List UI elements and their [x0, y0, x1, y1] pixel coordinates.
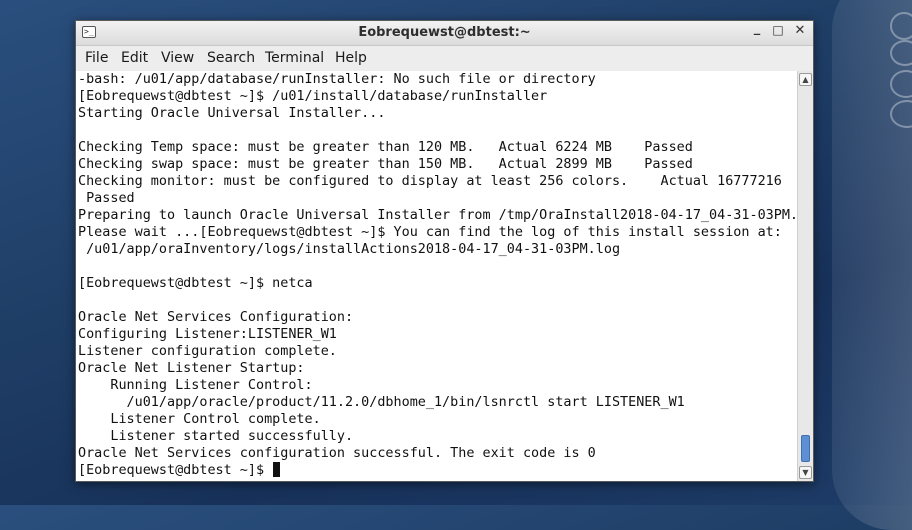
scrollbar-thumb[interactable] — [801, 435, 810, 462]
terminal-line: Oracle Net Services configuration succes… — [78, 446, 596, 461]
menu-terminal[interactable]: Terminal — [265, 50, 324, 66]
title-bar[interactable]: >_ Eobrequewst@dbtest:~ _ □ ✕ — [76, 21, 813, 46]
menu-search[interactable]: Search — [207, 50, 255, 66]
terminal-line: Starting Oracle Universal Installer... — [78, 106, 386, 121]
desktop-ring-decoration — [890, 40, 912, 66]
terminal-line: Configuring Listener:LISTENER_W1 — [78, 327, 337, 342]
terminal-prompt-line: [Eobrequewst@dbtest ~]$ — [78, 462, 281, 479]
desktop-ring-decoration — [890, 12, 912, 40]
terminal-line: -bash: /u01/app/database/runInstaller: N… — [78, 72, 596, 87]
menu-bar: File Edit View Search Terminal Help — [76, 46, 813, 70]
terminal-line: Passed — [78, 191, 135, 206]
chevron-up-icon[interactable]: ▲ — [799, 73, 812, 86]
terminal-window: >_ Eobrequewst@dbtest:~ _ □ ✕ File Edit … — [75, 20, 814, 482]
close-button[interactable]: ✕ — [790, 23, 810, 43]
terminal-line: Oracle Net Services Configuration: — [78, 310, 354, 325]
terminal-line: /u01/app/oraInventory/logs/installAction… — [78, 242, 621, 257]
text-cursor — [273, 462, 281, 477]
terminal-line: [Eobrequewst@dbtest ~]$ netca — [78, 276, 313, 291]
terminal-output[interactable]: -bash: /u01/app/database/runInstaller: N… — [76, 71, 797, 481]
terminal-line: Checking monitor: must be configured to … — [78, 174, 782, 189]
menu-help[interactable]: Help — [335, 50, 367, 66]
terminal-line: /u01/app/oracle/product/11.2.0/dbhome_1/… — [78, 395, 685, 410]
menu-view[interactable]: View — [161, 50, 194, 66]
minimize-button[interactable]: _ — [747, 21, 767, 41]
terminal-line: Please wait ...[Eobrequewst@dbtest ~]$ Y… — [78, 225, 782, 240]
terminal-line: Listener configuration complete. — [78, 344, 337, 359]
chevron-down-icon[interactable]: ▼ — [799, 466, 812, 479]
terminal-line: Oracle Net Listener Startup: — [78, 361, 305, 376]
terminal-line: Listener started successfully. — [78, 429, 354, 444]
terminal-line: Listener Control complete. — [78, 412, 321, 427]
vertical-scrollbar[interactable]: ▲ ▼ — [797, 71, 813, 481]
terminal-line: Running Listener Control: — [78, 378, 313, 393]
terminal-line: Checking Temp space: must be greater tha… — [78, 140, 693, 155]
terminal-line: Checking swap space: must be greater tha… — [78, 157, 693, 172]
terminal-prompt: [Eobrequewst@dbtest ~]$ — [78, 463, 273, 478]
terminal-line: [Eobrequewst@dbtest ~]$ /u01/install/dat… — [78, 89, 548, 104]
maximize-button[interactable]: □ — [768, 23, 788, 43]
terminal-line: Preparing to launch Oracle Universal Ins… — [78, 208, 797, 223]
window-title: Eobrequewst@dbtest:~ — [358, 25, 531, 40]
menu-file[interactable]: File — [85, 50, 108, 66]
menu-edit[interactable]: Edit — [121, 50, 148, 66]
